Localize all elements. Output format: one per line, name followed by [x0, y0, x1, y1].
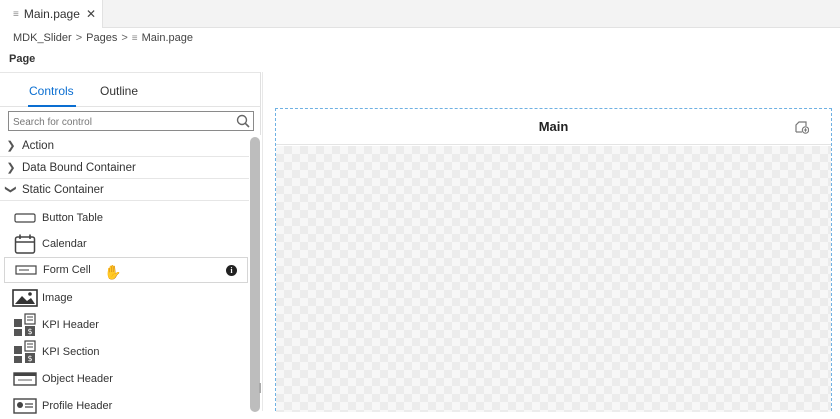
group-label: Data Bound Container: [22, 161, 136, 174]
chevron-down-icon: ❯: [4, 184, 17, 195]
editor-tab-label: Main.page: [23, 7, 80, 21]
control-label: Profile Header: [42, 400, 113, 412]
group-action[interactable]: ❯ Action: [0, 135, 249, 157]
control-label: Form Cell: [43, 264, 91, 276]
control-kpi-header[interactable]: $ KPI Header: [4, 312, 248, 338]
breadcrumb-separator: >: [75, 32, 83, 44]
editor-tab-main-page[interactable]: ≡ Main.page ✕: [0, 0, 103, 28]
button-table-icon: [12, 205, 38, 231]
breadcrumb: MDK_Slider > Pages > ≡ Main.page: [13, 31, 193, 45]
profile-header-icon: [12, 393, 38, 419]
breadcrumb-separator: >: [121, 32, 128, 44]
image-icon: [12, 285, 38, 311]
search-icon[interactable]: [235, 113, 251, 129]
form-cell-icon: [13, 257, 39, 283]
control-object-header[interactable]: Object Header: [4, 366, 248, 392]
splitter-grip[interactable]: [259, 383, 261, 393]
kpi-header-icon: $: [12, 312, 38, 338]
tab-outline[interactable]: Outline: [100, 84, 138, 98]
editor-tab-bar: ≡ Main.page ✕: [0, 0, 840, 28]
page-canvas-body[interactable]: [276, 146, 831, 412]
calendar-icon: [12, 231, 38, 257]
scrollbar-thumb[interactable]: [250, 137, 260, 412]
control-label: Button Table: [42, 212, 103, 224]
breadcrumb-item-main-page[interactable]: Main.page: [142, 32, 193, 44]
page-canvas[interactable]: Main: [275, 108, 832, 412]
page-title: Main: [538, 119, 569, 134]
file-lines-icon: ≡: [131, 32, 138, 44]
control-profile-header[interactable]: Profile Header: [4, 393, 248, 419]
kpi-section-icon: $: [12, 339, 38, 365]
control-calendar[interactable]: Calendar: [4, 231, 248, 257]
control-form-cell[interactable]: Form Cell i: [4, 257, 248, 283]
page-header: Main: [276, 109, 831, 145]
tab-controls[interactable]: Controls: [29, 84, 74, 98]
panel-splitter[interactable]: [262, 72, 263, 411]
file-lines-icon: ≡: [13, 8, 19, 20]
hand-cursor-icon: ✋: [104, 264, 122, 280]
panel-tabs: Controls Outline: [0, 73, 261, 107]
control-button-table[interactable]: Button Table: [4, 205, 248, 231]
breadcrumb-item-project[interactable]: MDK_Slider: [13, 32, 72, 44]
controls-list: ❯ Action ❯ Data Bound Container ❯ Static…: [0, 135, 249, 414]
control-image[interactable]: Image: [4, 285, 248, 311]
add-page-icon[interactable]: [794, 120, 809, 134]
close-icon[interactable]: ✕: [86, 7, 96, 21]
control-label: Image: [42, 292, 73, 304]
control-kpi-section[interactable]: $ KPI Section: [4, 339, 248, 365]
control-label: Object Header: [42, 373, 113, 385]
control-label: Calendar: [42, 238, 87, 250]
group-data-bound-container[interactable]: ❯ Data Bound Container: [0, 157, 249, 179]
active-tab-indicator: [28, 105, 76, 107]
control-label: KPI Section: [42, 346, 100, 358]
group-static-container[interactable]: ❯ Static Container: [0, 179, 249, 201]
svg-text:$: $: [27, 354, 32, 363]
controls-panel: Controls Outline ❯ Action ❯ Data Bound C…: [0, 72, 261, 414]
chevron-right-icon: ❯: [6, 140, 16, 152]
breadcrumb-item-pages[interactable]: Pages: [86, 32, 117, 44]
group-label: Static Container: [22, 183, 104, 196]
search-input[interactable]: [9, 113, 229, 132]
group-label: Action: [22, 139, 54, 152]
svg-text:$: $: [27, 327, 32, 336]
control-search: [8, 111, 254, 132]
control-label: KPI Header: [42, 319, 99, 331]
chevron-right-icon: ❯: [6, 162, 16, 174]
info-icon[interactable]: i: [226, 265, 237, 276]
section-label: Page: [9, 53, 36, 65]
object-header-icon: [12, 366, 38, 392]
